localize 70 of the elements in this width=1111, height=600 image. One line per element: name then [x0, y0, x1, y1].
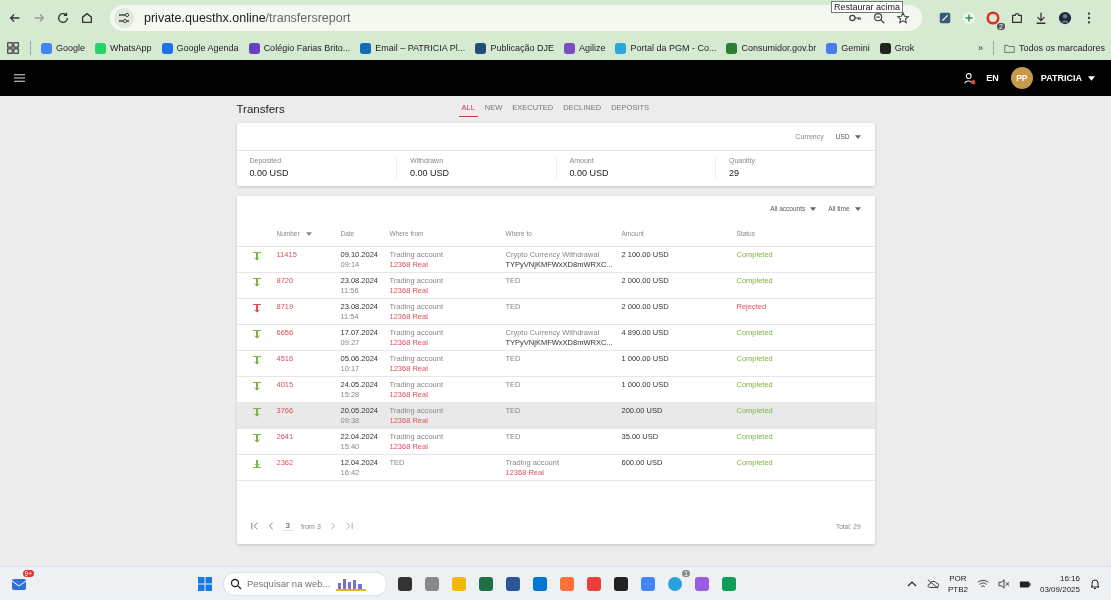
clock-date[interactable]: 03/09/2025: [1039, 583, 1080, 595]
extension-icon[interactable]: [986, 11, 1000, 25]
extension-icon[interactable]: [938, 11, 952, 25]
keyboard-layout[interactable]: PTB2: [947, 583, 968, 595]
search-icon: [229, 577, 242, 590]
favicon-icon: [248, 42, 260, 54]
app-icon[interactable]: [395, 574, 414, 593]
apps-grid-icon[interactable]: [6, 41, 20, 55]
favicon-icon: [161, 42, 173, 54]
user-name[interactable]: PATRICIA: [1040, 73, 1082, 83]
favicon-icon: [475, 42, 487, 54]
bookmarks-overflow[interactable]: »: [977, 43, 983, 53]
favicon-icon: [879, 42, 891, 54]
language-selector[interactable]: EN: [986, 73, 999, 83]
first-page-icon[interactable]: [250, 522, 259, 530]
app-icon[interactable]: [503, 574, 522, 593]
stat-value: 29: [729, 168, 740, 178]
favicon-icon: [360, 42, 372, 54]
search-field[interactable]: Pesquisar na web...: [246, 578, 331, 589]
stat-value: 0.00 USD: [569, 168, 610, 178]
favicon-icon: [95, 42, 107, 54]
site-settings-icon[interactable]: [114, 8, 134, 28]
bookmark[interactable]: Google: [41, 42, 86, 54]
page-number-field[interactable]: 3: [282, 521, 293, 531]
bookmark[interactable]: Gemini: [826, 42, 870, 54]
city-skyline-icon: [335, 576, 366, 591]
app-icon[interactable]: [611, 574, 630, 593]
plus-icon[interactable]: [962, 11, 976, 25]
cloud-off-icon[interactable]: [926, 577, 939, 590]
user-alert-icon[interactable]: [963, 71, 977, 85]
bookmark[interactable]: Agilize: [563, 42, 606, 54]
bookmark[interactable]: Publicação DJE: [475, 42, 554, 54]
zoom-out-icon[interactable]: [872, 11, 886, 25]
back-icon[interactable]: [8, 11, 22, 25]
stat-value: 0.00 USD: [249, 168, 290, 178]
notification-bell-icon[interactable]: [1089, 577, 1101, 590]
star-icon[interactable]: [896, 11, 910, 25]
speaker-muted-icon[interactable]: [997, 577, 1010, 590]
all-bookmarks-folder[interactable]: Todos os marcadores: [1003, 42, 1105, 54]
caret-icon[interactable]: [1088, 75, 1095, 81]
folder-icon: [1003, 42, 1015, 54]
favicon-icon: [726, 42, 738, 54]
bookmark[interactable]: Google Agenda: [161, 42, 239, 54]
stat-value: 0.00 USD: [410, 168, 451, 178]
bookmark[interactable]: Portal da PGM - Co...: [615, 42, 717, 54]
menu-icon[interactable]: [14, 74, 25, 82]
bookmark[interactable]: Grok: [879, 42, 915, 54]
download-icon[interactable]: [1034, 11, 1048, 25]
caret-icon: [854, 134, 861, 139]
favicon-icon: [563, 42, 575, 54]
puzzle-icon[interactable]: [1010, 11, 1024, 25]
bookmark[interactable]: WhatsApp: [95, 42, 152, 54]
bookmark[interactable]: Colégio Farias Brito...: [248, 42, 351, 54]
tooltip: Restaurar acima: [831, 1, 904, 13]
favicon-icon: [41, 42, 52, 54]
reload-icon[interactable]: [56, 11, 70, 25]
profile-avatar-icon[interactable]: [1058, 11, 1072, 25]
home-icon[interactable]: [80, 11, 94, 25]
page-title: Transfers: [236, 102, 286, 115]
favicon-icon: [826, 42, 838, 54]
bookmark[interactable]: Email – PATRICIA Pl...: [360, 42, 466, 54]
bookmark[interactable]: Consumidor.gov.br: [726, 42, 817, 54]
caret-icon: [810, 206, 817, 211]
input-language[interactable]: POR: [949, 572, 967, 584]
wifi-icon[interactable]: [976, 577, 989, 590]
caret-icon: [854, 206, 861, 211]
clock-time[interactable]: 16:16: [1059, 572, 1080, 584]
sort-caret-icon: [305, 231, 312, 236]
windows-start-icon[interactable]: [195, 574, 214, 593]
favicon-icon: [615, 42, 627, 54]
